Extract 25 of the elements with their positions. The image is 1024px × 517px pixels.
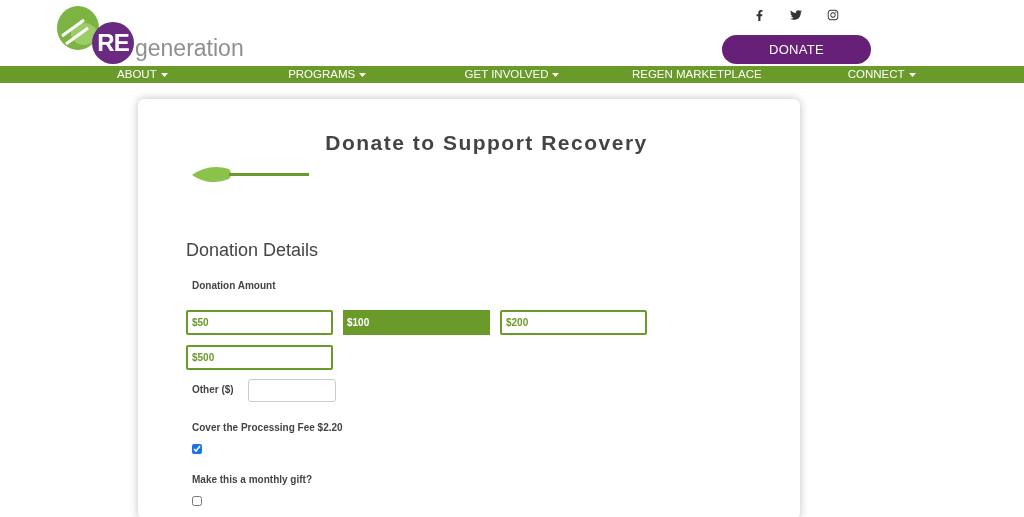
twitter-icon[interactable] [790, 9, 802, 21]
logo-wordmark: generation [135, 37, 244, 60]
instagram-icon[interactable] [827, 9, 839, 21]
leaf-logo-icon [56, 4, 100, 52]
option-checkbox[interactable] [192, 443, 202, 454]
nav-link[interactable]: GET INVOLVED [419, 66, 605, 84]
field-label: Donation Amount [192, 278, 277, 293]
nav-link[interactable]: ABOUT [50, 66, 235, 84]
form-title: Donate to Support Recovery [324, 130, 649, 157]
amount-option[interactable]: $200 [500, 309, 647, 335]
other-amount-field[interactable] [248, 378, 336, 402]
nav-link[interactable]: CONNECT [789, 66, 974, 84]
option-checkbox[interactable] [192, 495, 202, 506]
nav-link[interactable]: REGEN MARKETPLACE [604, 66, 790, 84]
amount-option[interactable]: $500 [186, 344, 333, 370]
facebook-icon[interactable] [754, 9, 765, 21]
field-label: Other ($) [192, 382, 235, 397]
logo-mark: RE [92, 22, 134, 64]
amount-option[interactable]: $50 [186, 309, 333, 335]
section-heading: Donation Details [186, 238, 320, 262]
donate-button[interactable]: DONATE [722, 35, 871, 64]
amount-option[interactable]: $100 [343, 309, 490, 335]
option-label: Cover the Processing Fee $2.20 [192, 420, 344, 435]
nav-link[interactable]: PROGRAMS [234, 66, 420, 84]
option-label: Make this a monthly gift? [192, 472, 313, 487]
